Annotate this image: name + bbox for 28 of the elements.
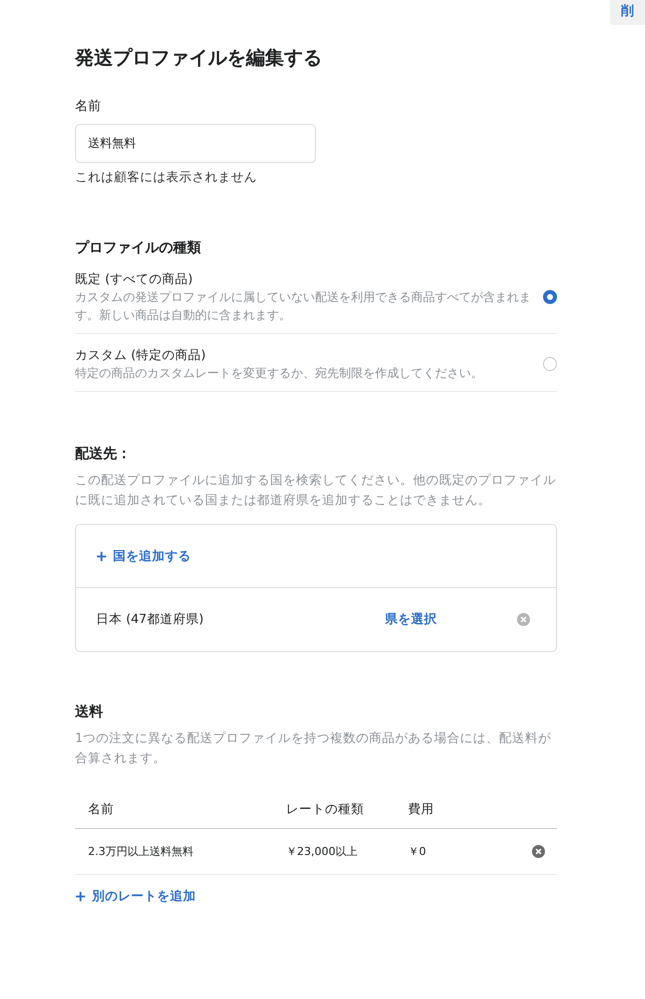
column-header: 名前 [88,800,115,818]
radio-button[interactable] [543,290,557,304]
section-description: 1つの注文に異なる配送プロファイルを持つ複数の商品がある場合には、配送料が合算されます。 [75,729,552,767]
add-country-link[interactable]: 国を追加する [96,548,191,564]
section-description: この配送プロファイルに追加する国を検索してください。他の既定のプロファイルに既に追加されている国または都道府県を追加することはできません。 [75,471,557,509]
section-heading: 送料 [75,703,104,722]
option-description: 特定の商品のカスタムレートを変更するか、宛先制限を作成してください。 [75,365,484,382]
section-heading: プロファイルの種類 [75,239,202,258]
country-name: 日本 (47都道府県) [96,611,205,628]
delete-button[interactable]: 削 [610,0,645,25]
table-cell-text: ￥0 [408,844,427,859]
plus-icon [96,550,107,562]
option-title: 既定 (すべての商品) [75,270,194,288]
page-title: 発送プロファイルを編集する [75,46,323,71]
option-title: カスタム (特定の商品) [75,346,207,364]
remove-icon[interactable] [532,845,545,858]
column-header: レートの種類 [286,800,365,818]
column-header: 費用 [408,800,435,818]
help-text: これは顧客には表示されません [75,169,258,186]
add-rate-link[interactable]: 別のレートを追加 [75,888,196,905]
table-cell-text: 2.3万円以上送料無料 [88,844,194,859]
table-cell-text: ￥23,000以上 [286,844,358,859]
name-input-field[interactable]: 送料無料 [75,124,316,163]
field-label: 名前 [75,98,102,116]
section-heading: 配送先： [75,445,132,464]
option-description: カスタムの発送プロファイルに属していない配送を利用できる商品すべてが含まれます。新しい商品は自動的に含まれます。 [75,289,532,324]
plus-icon [75,891,86,902]
select-prefecture-link[interactable]: 県を選択 [385,611,437,628]
